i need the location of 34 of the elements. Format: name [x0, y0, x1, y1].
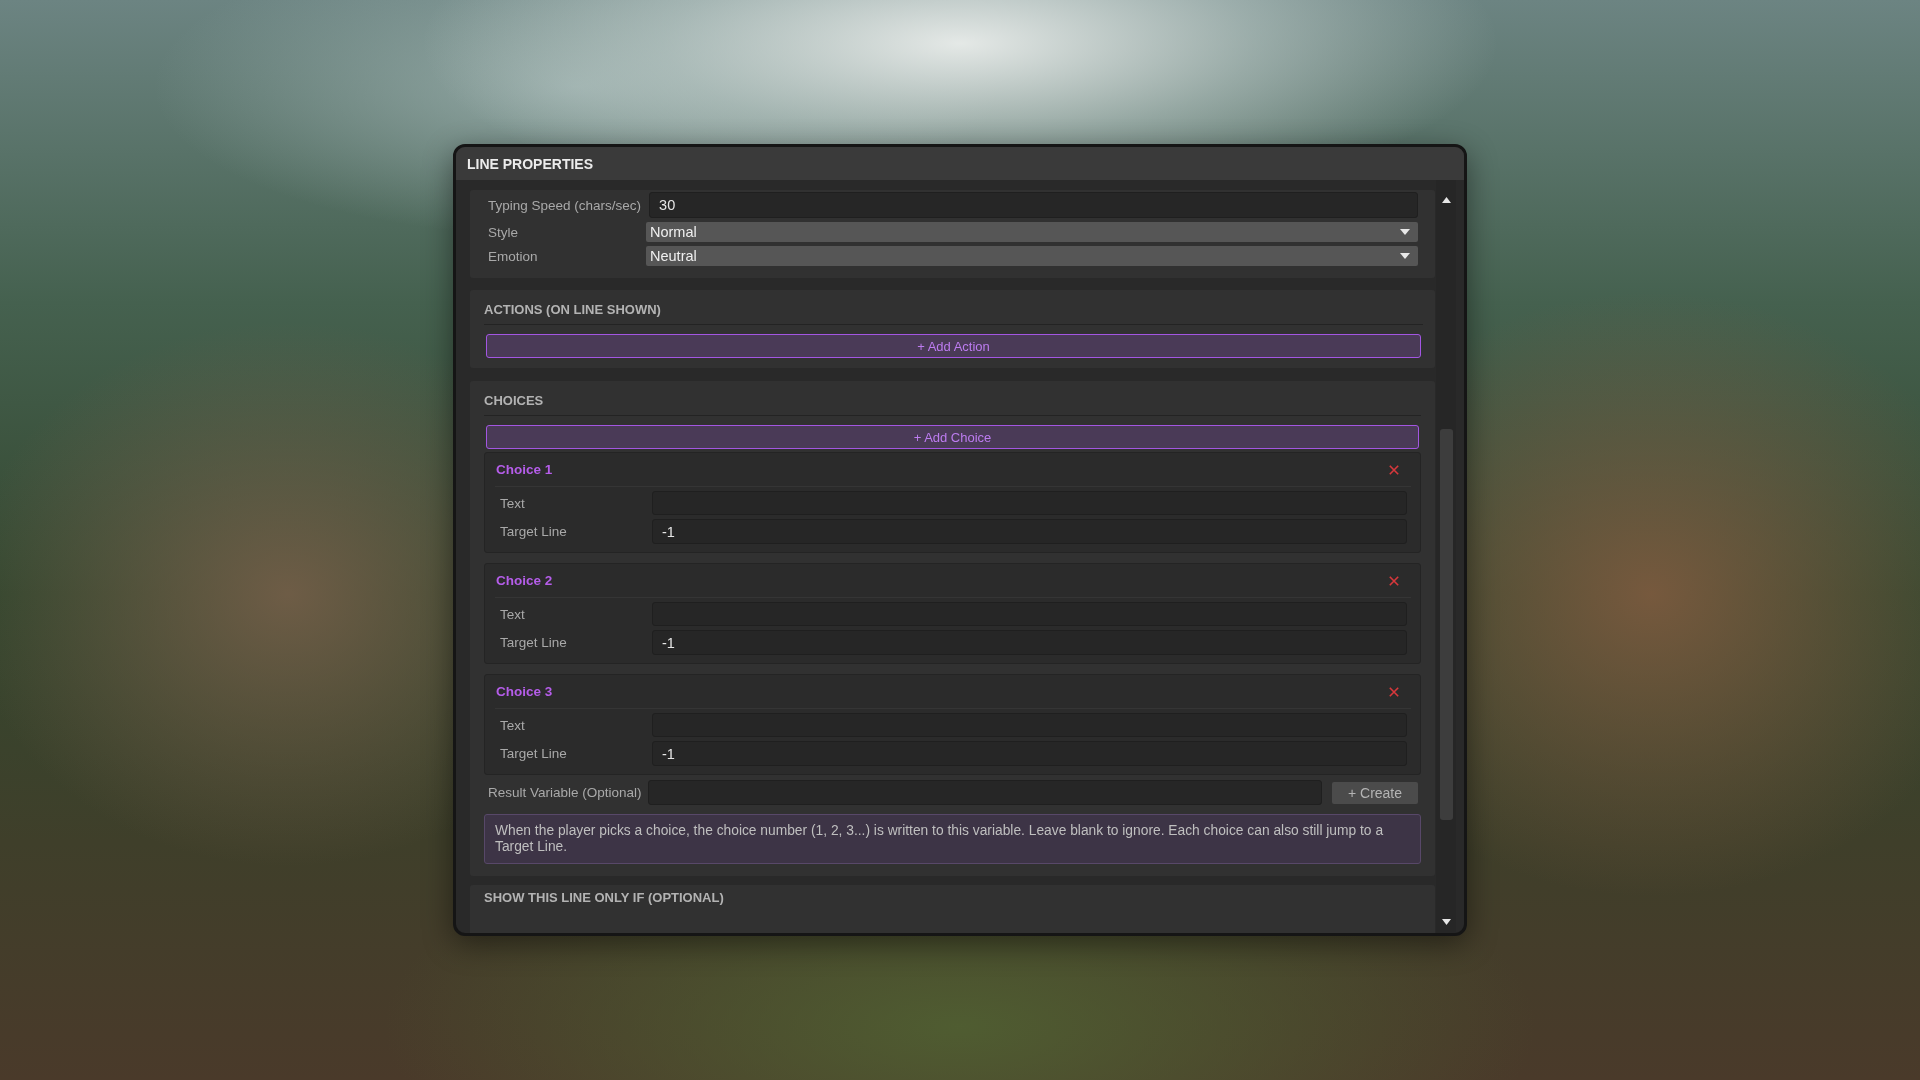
dropdown[interactable]: Normal — [646, 222, 1418, 242]
text-field[interactable]: -1 — [652, 741, 1407, 766]
create-button[interactable]: + Create — [1332, 781, 1418, 804]
section-title: SHOW THIS LINE ONLY IF (OPTIONAL) — [484, 890, 725, 906]
section-title: ACTIONS (ON LINE SHOWN) — [484, 302, 662, 318]
choice-title: Choice 3 — [496, 684, 553, 699]
dropdown[interactable]: Neutral — [646, 246, 1418, 266]
field-label: Emotion — [488, 248, 539, 264]
field-label: Text — [500, 495, 526, 511]
caret-icon — [1400, 229, 1410, 235]
close-icon[interactable] — [1389, 686, 1399, 697]
close-icon[interactable] — [1389, 464, 1399, 475]
text-field[interactable]: -1 — [652, 519, 1407, 544]
field-label: Target Line — [500, 635, 568, 650]
add-action-button[interactable]: + Add Action — [486, 334, 1421, 358]
add-choice-button[interactable]: + Add Choice — [486, 425, 1419, 449]
choice-title: Choice 2 — [496, 573, 553, 588]
text-field[interactable]: 30 — [649, 192, 1418, 218]
text-field[interactable]: -1 — [652, 630, 1407, 655]
field-label: Text — [500, 606, 526, 622]
field-label: Text — [500, 717, 526, 733]
scroll-up-icon[interactable] — [1441, 197, 1451, 203]
caret-icon — [1400, 253, 1410, 259]
field-label: Target Line — [500, 524, 568, 539]
scroll-down-icon[interactable] — [1441, 919, 1451, 925]
field-label: Typing Speed (chars/sec) — [488, 197, 642, 213]
section-title: CHOICES — [484, 393, 545, 409]
panel-title: LINE PROPERTIES — [467, 155, 594, 172]
field-label: Style — [488, 224, 519, 240]
info-note: When the player picks a choice, the choice number (1, 2, 3...) is written to this variable. Leave blank to ignore. Each choice can also still jump to a Target Line. — [484, 814, 1421, 864]
choice-title: Choice 1 — [496, 462, 553, 477]
field-label: Target Line — [500, 746, 568, 761]
field-label: Result Variable (Optional) — [488, 785, 642, 800]
close-icon[interactable] — [1389, 575, 1399, 586]
